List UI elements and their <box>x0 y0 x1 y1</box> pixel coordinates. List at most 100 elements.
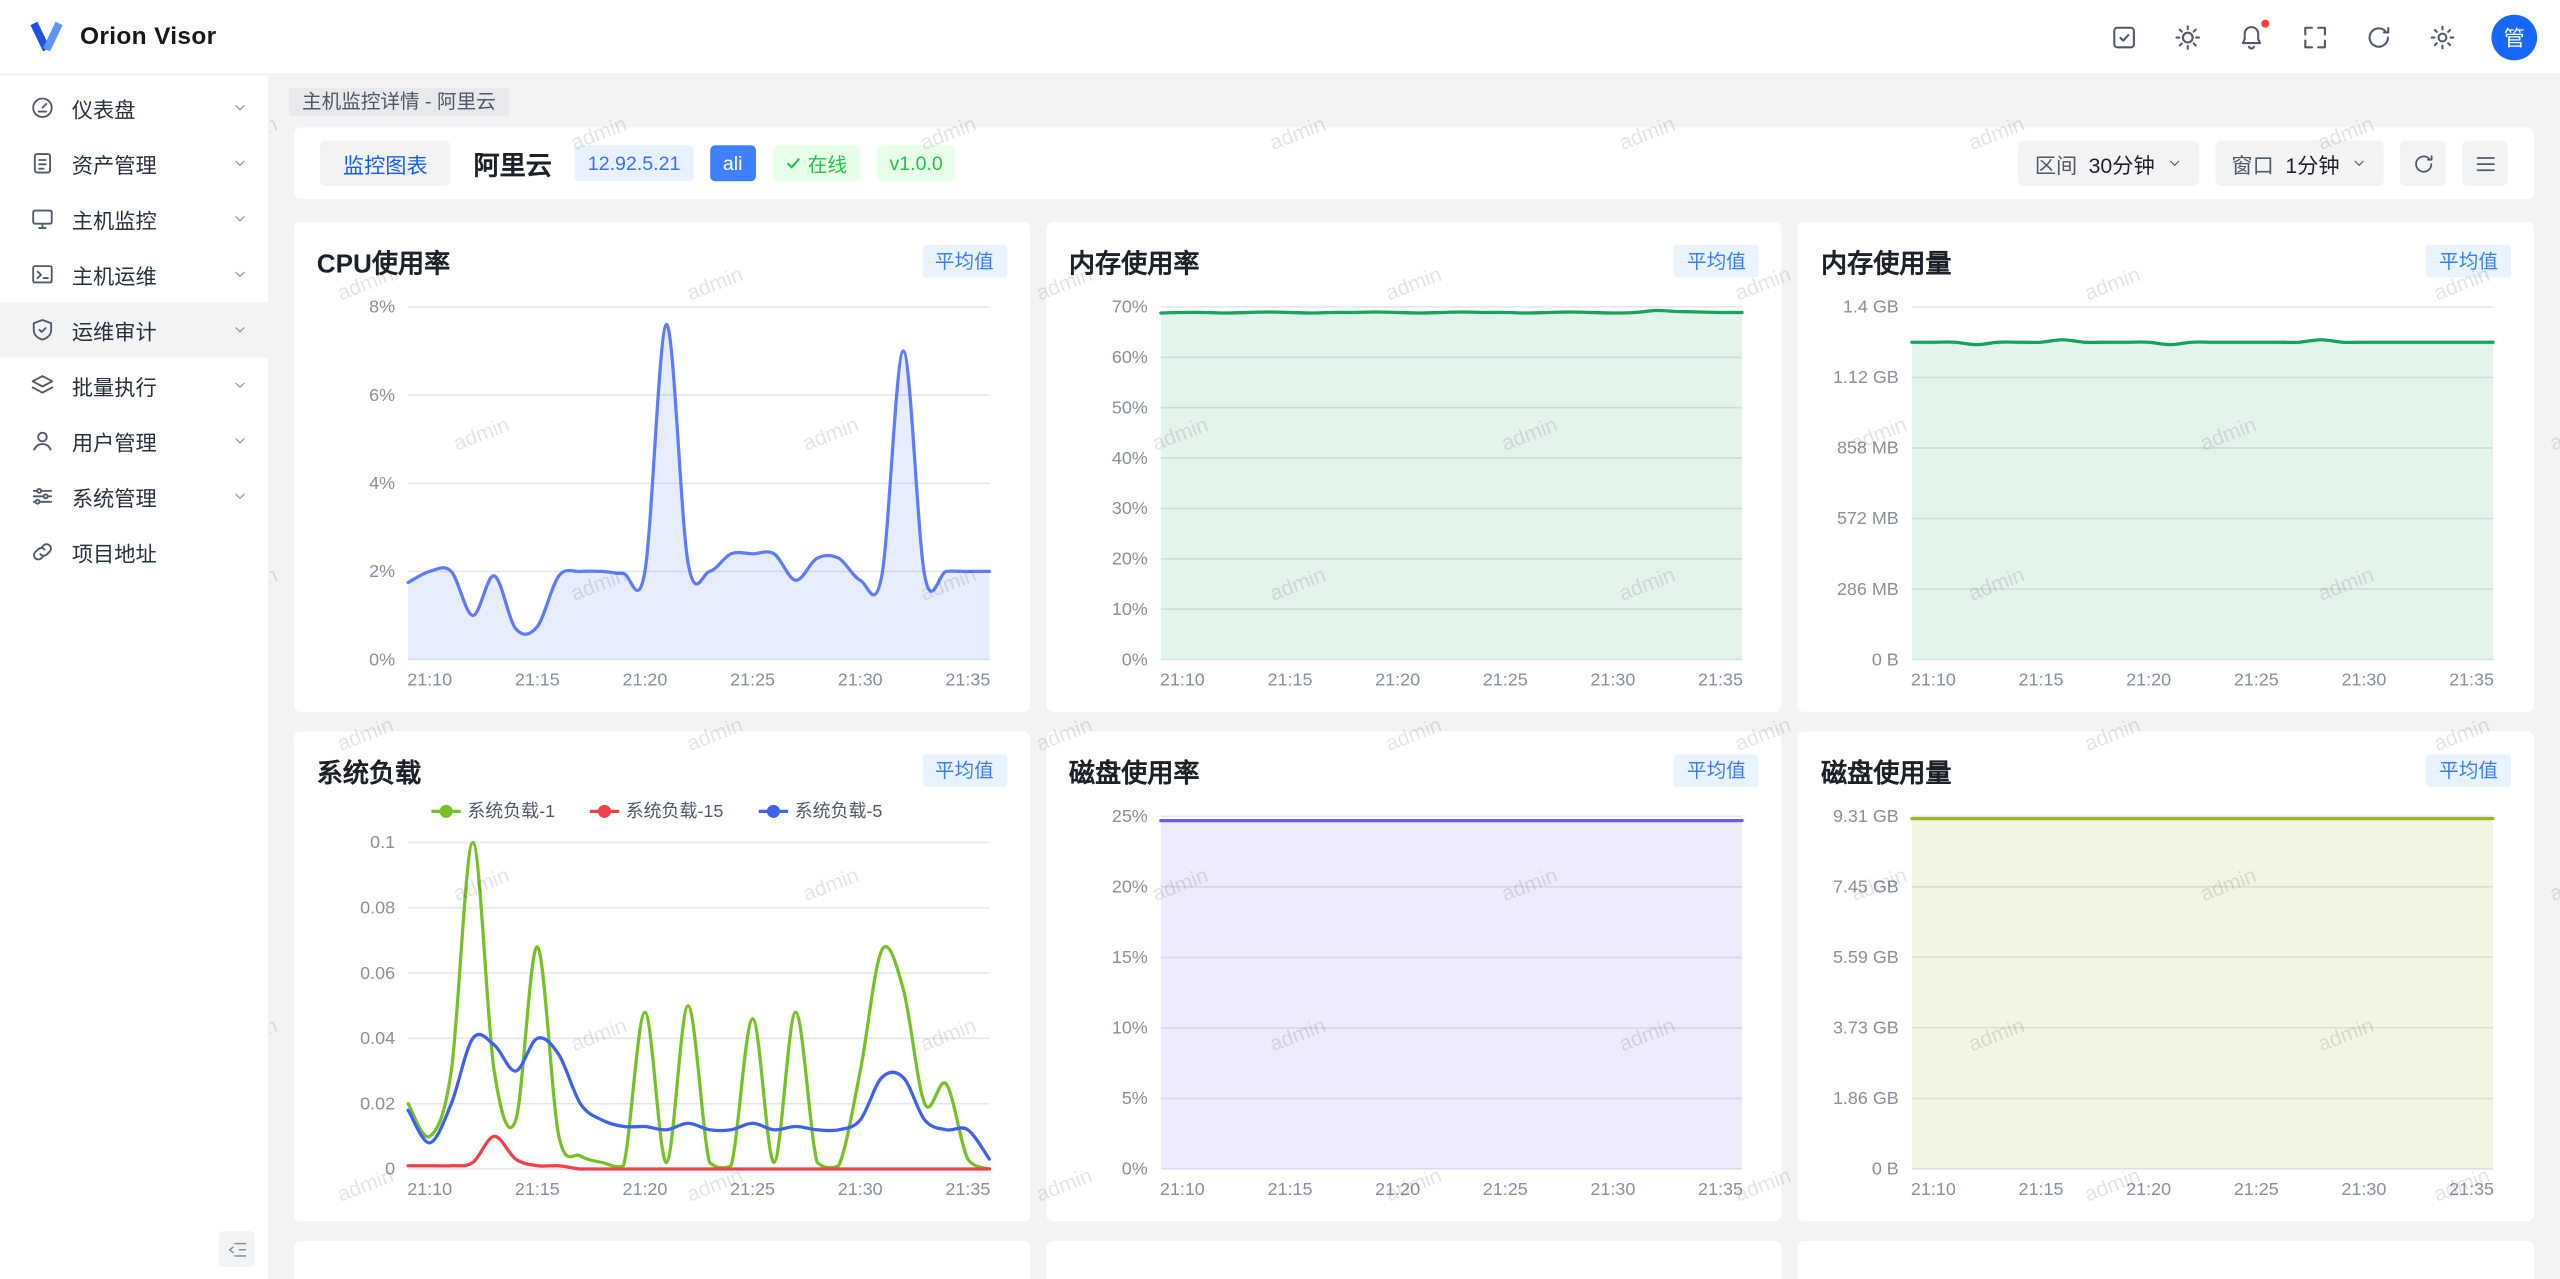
orion-visor-logo-icon <box>26 16 67 57</box>
host-status-tag: 在线 <box>772 145 860 181</box>
sidebar-item-project-link[interactable]: 项目地址 <box>0 524 268 580</box>
chevron-down-icon <box>232 155 248 171</box>
svg-text:40%: 40% <box>1111 448 1147 468</box>
check-square-icon[interactable] <box>2109 22 2138 51</box>
svg-text:0.06: 0.06 <box>360 963 395 983</box>
svg-text:0%: 0% <box>1121 1159 1147 1179</box>
window-select-label: 窗口 <box>2231 148 2273 179</box>
link-icon <box>29 539 55 565</box>
refresh-icon <box>2411 151 2435 175</box>
svg-text:858 MB: 858 MB <box>1837 438 1899 458</box>
chart-plot: 00.020.040.060.080.121:1021:1521:2021:25… <box>317 793 1007 1204</box>
host-ip-tag: 12.92.5.21 <box>575 145 694 181</box>
refresh-icon[interactable] <box>2364 22 2393 51</box>
range-select[interactable]: 区间 30分钟 <box>2018 140 2198 186</box>
sidebar-item-label: 主机运维 <box>72 259 216 290</box>
chart-layout-button[interactable] <box>2462 140 2508 186</box>
svg-text:10%: 10% <box>1111 599 1147 619</box>
refresh-charts-button[interactable] <box>2400 140 2446 186</box>
header-actions: 管 <box>2109 14 2537 60</box>
svg-text:21:30: 21:30 <box>2342 670 2387 690</box>
host-info-bar: 监控图表 阿里云 12.92.5.21 ali 在线 v1.0.0 区间 30分… <box>294 127 2534 199</box>
sidebar-item-host-monitor[interactable]: 主机监控 <box>0 191 268 247</box>
svg-text:21:25: 21:25 <box>1482 670 1527 690</box>
theme-sun-icon[interactable] <box>2173 22 2202 51</box>
breadcrumb: 主机监控详情 - 阿里云 <box>289 88 509 116</box>
sidebar-collapse-button[interactable] <box>219 1231 255 1267</box>
sidebar-item-assets[interactable]: 资产管理 <box>0 136 268 192</box>
svg-text:21:15: 21:15 <box>1267 1179 1312 1199</box>
chart-header: 磁盘使用量 平均值 <box>1821 751 2511 790</box>
svg-text:1.4 GB: 1.4 GB <box>1843 297 1899 317</box>
svg-text:21:10: 21:10 <box>1159 670 1204 690</box>
svg-text:21:15: 21:15 <box>515 670 560 690</box>
document-icon <box>29 150 55 176</box>
svg-text:1.12 GB: 1.12 GB <box>1833 367 1899 387</box>
range-select-value: 30分钟 <box>2089 148 2155 179</box>
window-select[interactable]: 窗口 1分钟 <box>2215 140 2384 186</box>
svg-text:4%: 4% <box>369 473 395 493</box>
user-avatar[interactable]: 管 <box>2491 14 2537 60</box>
svg-text:21:30: 21:30 <box>1590 670 1635 690</box>
svg-text:21:35: 21:35 <box>2450 1179 2495 1199</box>
svg-text:21:30: 21:30 <box>1590 1179 1635 1199</box>
svg-text:0%: 0% <box>369 649 395 669</box>
chart-title: 磁盘使用量 <box>1821 751 1952 790</box>
svg-text:21:35: 21:35 <box>945 670 990 690</box>
shield-icon <box>29 317 55 343</box>
average-badge: 平均值 <box>922 245 1007 278</box>
chart-title: 系统负载 <box>317 751 422 790</box>
sidebar-item-user-mgmt[interactable]: 用户管理 <box>0 413 268 469</box>
chart-plot: 0%5%10%15%20%25%21:1021:1521:2021:2521:3… <box>1069 793 1759 1204</box>
svg-text:9.31 GB: 9.31 GB <box>1833 806 1899 826</box>
chart-header: CPU使用率 平均值 <box>317 242 1007 281</box>
svg-text:7.45 GB: 7.45 GB <box>1833 876 1899 896</box>
svg-text:70%: 70% <box>1111 297 1147 317</box>
user-icon <box>29 428 55 454</box>
chevron-down-icon <box>232 488 248 504</box>
sidebar: 仪表盘 资产管理 主机监控 主机运维 运维审计 批量执行 <box>0 75 269 1279</box>
svg-text:21:25: 21:25 <box>730 1179 775 1199</box>
layers-icon <box>29 372 55 398</box>
settings-gear-icon[interactable] <box>2428 22 2457 51</box>
chart-header: 内存使用量 平均值 <box>1821 242 2511 281</box>
top-header: Orion Visor 管 <box>0 0 2560 75</box>
sidebar-item-label: 用户管理 <box>72 425 216 456</box>
svg-text:30%: 30% <box>1111 498 1147 518</box>
sidebar-item-host-ops[interactable]: 主机运维 <box>0 247 268 303</box>
window-select-value: 1分钟 <box>2285 148 2339 179</box>
svg-text:0.02: 0.02 <box>360 1093 395 1113</box>
chart-title: 磁盘使用率 <box>1069 751 1200 790</box>
fullscreen-icon[interactable] <box>2300 22 2329 51</box>
chart-card-partial <box>294 1241 1030 1279</box>
sidebar-item-batch-exec[interactable]: 批量执行 <box>0 358 268 414</box>
svg-text:21:15: 21:15 <box>2019 670 2064 690</box>
chart-plot: 0 B286 MB572 MB858 MB1.12 GB1.4 GB21:102… <box>1821 284 2511 695</box>
brand-name: Orion Visor <box>80 23 217 51</box>
svg-text:1.86 GB: 1.86 GB <box>1833 1088 1899 1108</box>
chevron-down-icon <box>232 100 248 116</box>
monitor-chart-tab[interactable]: 监控图表 <box>320 140 451 186</box>
terminal-icon <box>29 261 55 287</box>
brand: Orion Visor <box>26 16 216 57</box>
average-badge: 平均值 <box>1674 754 1759 787</box>
check-icon <box>785 155 801 171</box>
svg-text:21:30: 21:30 <box>838 670 883 690</box>
host-status-label: 在线 <box>808 149 847 177</box>
svg-text:21:20: 21:20 <box>1375 670 1420 690</box>
chart-card-cpu-usage: CPU使用率 平均值 0%2%4%6%8%21:1021:1521:2021:2… <box>294 222 1030 712</box>
sidebar-item-system-mgmt[interactable]: 系统管理 <box>0 469 268 525</box>
chart-plot: 0%2%4%6%8%21:1021:1521:2021:2521:3021:35 <box>317 284 1007 695</box>
sidebar-item-label: 项目地址 <box>72 536 248 567</box>
sidebar-item-dashboard[interactable]: 仪表盘 <box>0 80 268 136</box>
svg-text:21:20: 21:20 <box>623 670 668 690</box>
sidebar-item-ops-audit[interactable]: 运维审计 <box>0 302 268 358</box>
average-badge: 平均值 <box>2426 754 2511 787</box>
chart-card-partial <box>1798 1241 2534 1279</box>
sidebar-item-label: 批量执行 <box>72 370 216 401</box>
svg-text:21:15: 21:15 <box>1267 670 1312 690</box>
svg-text:21:10: 21:10 <box>1911 670 1956 690</box>
range-select-label: 区间 <box>2035 148 2077 179</box>
notifications-bell-icon[interactable] <box>2237 22 2266 51</box>
svg-text:系统负载-1: 系统负载-1 <box>467 801 555 821</box>
